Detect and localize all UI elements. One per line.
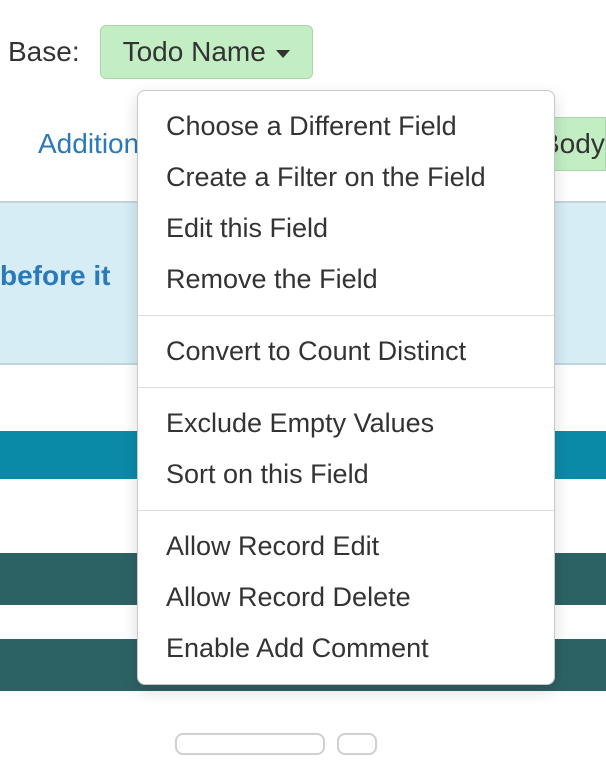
menu-group-convert: Convert to Count Distinct xyxy=(138,315,554,387)
base-row: Base: Todo Name xyxy=(0,0,606,99)
caret-down-icon xyxy=(276,50,290,58)
menu-convert-count-distinct[interactable]: Convert to Count Distinct xyxy=(138,326,554,377)
base-field-name: Todo Name xyxy=(123,36,266,68)
bottom-controls xyxy=(175,733,377,755)
field-context-menu: Choose a Different Field Create a Filter… xyxy=(137,90,555,685)
menu-group-record: Allow Record Edit Allow Record Delete En… xyxy=(138,510,554,684)
menu-group-field: Choose a Different Field Create a Filter… xyxy=(138,91,554,315)
base-label: Base: xyxy=(8,36,80,68)
input-stub-1[interactable] xyxy=(175,733,325,755)
menu-exclude-empty[interactable]: Exclude Empty Values xyxy=(138,398,554,449)
menu-sort-field[interactable]: Sort on this Field xyxy=(138,449,554,500)
menu-group-values: Exclude Empty Values Sort on this Field xyxy=(138,387,554,510)
base-field-dropdown[interactable]: Todo Name xyxy=(100,25,313,79)
menu-create-filter[interactable]: Create a Filter on the Field xyxy=(138,152,554,203)
menu-choose-different-field[interactable]: Choose a Different Field xyxy=(138,101,554,152)
menu-allow-record-delete[interactable]: Allow Record Delete xyxy=(138,572,554,623)
additional-link[interactable]: Addition xyxy=(38,128,139,160)
before-it-text[interactable]: before it xyxy=(0,260,110,292)
input-stub-2[interactable] xyxy=(337,733,377,755)
menu-remove-field[interactable]: Remove the Field xyxy=(138,254,554,305)
menu-edit-field[interactable]: Edit this Field xyxy=(138,203,554,254)
menu-allow-record-edit[interactable]: Allow Record Edit xyxy=(138,521,554,572)
menu-enable-add-comment[interactable]: Enable Add Comment xyxy=(138,623,554,674)
